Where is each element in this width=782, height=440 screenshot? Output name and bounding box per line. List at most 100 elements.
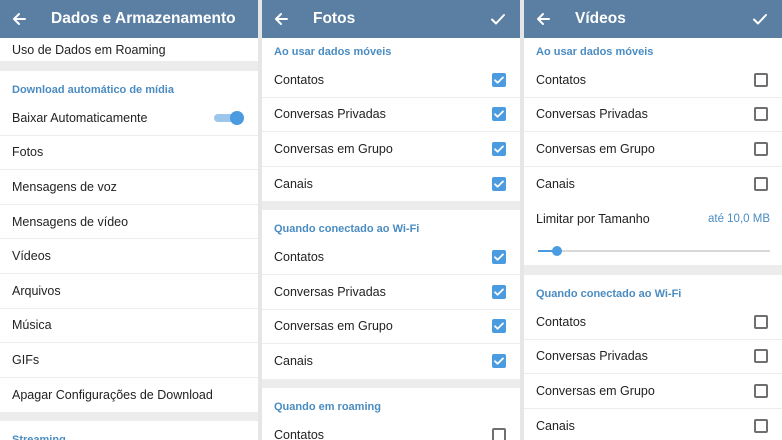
section-header-wifi: Quando conectado ao Wi-Fi [536, 287, 682, 300]
checkbox-row[interactable]: Conversas Privadas [524, 98, 782, 133]
checkmark-icon [494, 288, 504, 296]
roaming-data-usage-item[interactable]: Uso de Dados em Roaming [0, 38, 258, 62]
section-header-wifi: Quando conectado ao Wi-Fi [274, 223, 420, 236]
back-button[interactable] [262, 0, 300, 38]
checkbox-row[interactable]: Contatos [262, 240, 520, 275]
checkbox-checked[interactable] [492, 250, 506, 265]
checkmark-icon [494, 253, 504, 261]
checkbox-label: Conversas em Grupo [536, 141, 655, 156]
checkbox-label: Canais [536, 419, 575, 434]
checkbox-unchecked[interactable] [492, 428, 506, 440]
checkbox-checked[interactable] [492, 107, 506, 122]
checkbox-row[interactable]: Contatos [262, 63, 520, 98]
list-item-label: Fotos [12, 145, 44, 160]
size-limit-slider[interactable] [524, 236, 782, 266]
checkbox-label: Contatos [536, 72, 587, 87]
checkbox-unchecked[interactable] [754, 177, 768, 192]
slider-knob[interactable] [551, 245, 562, 256]
list-item-photos[interactable]: Fotos [0, 136, 258, 171]
checkbox-checked[interactable] [492, 284, 506, 299]
list-item-label: Apagar Configurações de Download [12, 388, 213, 403]
panel-photos: Fotos Ao usar dados móveis Contatos Conve… [262, 0, 520, 440]
checkbox-unchecked[interactable] [754, 141, 768, 156]
checkmark-icon [494, 110, 504, 119]
confirm-button[interactable] [484, 0, 512, 38]
list-item-label: Arquivos [12, 283, 61, 298]
app-bar: Dados e Armazenamento [0, 0, 258, 38]
list-item-label: Vídeos [12, 249, 51, 264]
section-divider [262, 378, 520, 388]
section-header-roaming: Quando em roaming [274, 400, 381, 413]
checkbox-row[interactable]: Contatos [262, 418, 520, 440]
size-limit-row: Limitar por Tamanho até 10,0 MB [524, 201, 782, 236]
checkbox-row[interactable]: Conversas em Grupo [262, 310, 520, 345]
checkbox-row[interactable]: Conversas em Grupo [524, 132, 782, 167]
list-item-video-messages[interactable]: Mensagens de vídeo [0, 205, 258, 240]
checkbox-row[interactable]: Conversas Privadas [262, 275, 520, 310]
panel-data-storage: Dados e Armazenamento Uso de Dados em Ro… [0, 0, 258, 440]
page-title: Dados e Armazenamento [51, 10, 236, 27]
list-item-files[interactable]: Arquivos [0, 274, 258, 309]
list-item-gifs[interactable]: GIFs [0, 343, 258, 378]
app-bar: Fotos [262, 0, 520, 38]
checkbox-checked[interactable] [492, 177, 506, 192]
checkbox-checked[interactable] [492, 354, 506, 369]
checkbox-row[interactable]: Conversas em Grupo [262, 132, 520, 167]
photos-wifi-list: Contatos Conversas Privadas Conversas em G… [262, 240, 520, 378]
confirm-button[interactable] [746, 0, 774, 38]
checkmark-icon [494, 357, 504, 366]
back-button[interactable] [524, 0, 562, 38]
checkbox-row[interactable]: Canais [262, 344, 520, 379]
panel-videos: Vídeos Ao usar dados móveis Contatos Conv… [524, 0, 782, 440]
checkbox-checked[interactable] [492, 141, 506, 156]
checkbox-unchecked[interactable] [754, 72, 768, 87]
list-item-voice-messages[interactable]: Mensagens de voz [0, 170, 258, 205]
section-header-auto-download: Download automático de mídia [12, 84, 174, 96]
checkbox-row[interactable]: Conversas em Grupo [524, 374, 782, 409]
back-button[interactable] [0, 0, 38, 38]
checkbox-label: Contatos [274, 72, 325, 87]
videos-mobile-list: Contatos Conversas Privadas Conversas em G… [524, 63, 782, 201]
checkbox-row[interactable]: Conversas Privadas [262, 98, 520, 133]
checkbox-unchecked[interactable] [754, 419, 768, 434]
checkbox-row[interactable]: Canais [524, 167, 782, 202]
list-item-videos[interactable]: Vídeos [0, 239, 258, 274]
checkbox-label: Conversas em Grupo [536, 383, 655, 398]
checkbox-row[interactable]: Canais [524, 409, 782, 440]
checkbox-row[interactable]: Conversas Privadas [524, 340, 782, 375]
section-divider [0, 62, 258, 71]
section-divider [0, 412, 258, 422]
checkbox-label: Contatos [274, 250, 325, 265]
checkbox-row[interactable]: Contatos [524, 63, 782, 98]
checkbox-label: Contatos [536, 314, 587, 329]
checkbox-unchecked[interactable] [754, 383, 768, 398]
checkbox-label: Conversas Privadas [274, 284, 386, 299]
auto-download-toggle-row[interactable]: Baixar Automaticamente [0, 101, 258, 136]
checkbox-label: Conversas Privadas [536, 349, 648, 364]
section-divider [524, 265, 782, 275]
page-title: Vídeos [575, 10, 626, 27]
checkbox-row[interactable]: Contatos [524, 305, 782, 340]
arrow-left-icon [13, 13, 26, 25]
section-header-mobile-data: Ao usar dados móveis [274, 46, 392, 58]
checkbox-label: Conversas Privadas [536, 107, 648, 122]
checkbox-label: Conversas em Grupo [274, 141, 393, 156]
checkbox-unchecked[interactable] [754, 107, 768, 122]
checkmark-icon [494, 145, 504, 153]
checkmark-icon [494, 76, 504, 84]
toggle-thumb [230, 110, 244, 125]
checkbox-checked[interactable] [492, 72, 506, 87]
list-item-music[interactable]: Música [0, 309, 258, 344]
reset-download-settings-item[interactable]: Apagar Configurações de Download [0, 378, 258, 413]
auto-download-label: Baixar Automaticamente [12, 110, 148, 125]
arrow-left-icon [537, 13, 550, 25]
roaming-data-usage-label: Uso de Dados em Roaming [12, 42, 166, 57]
checkbox-checked[interactable] [492, 319, 506, 334]
arrow-left-icon [275, 13, 288, 25]
section-header-streaming: Streaming [0, 421, 258, 440]
checkbox-unchecked[interactable] [754, 314, 768, 329]
checkbox-row[interactable]: Canais [262, 167, 520, 202]
checkbox-label: Conversas Privadas [274, 107, 386, 122]
checkbox-unchecked[interactable] [754, 349, 768, 364]
auto-download-toggle[interactable] [214, 110, 244, 125]
